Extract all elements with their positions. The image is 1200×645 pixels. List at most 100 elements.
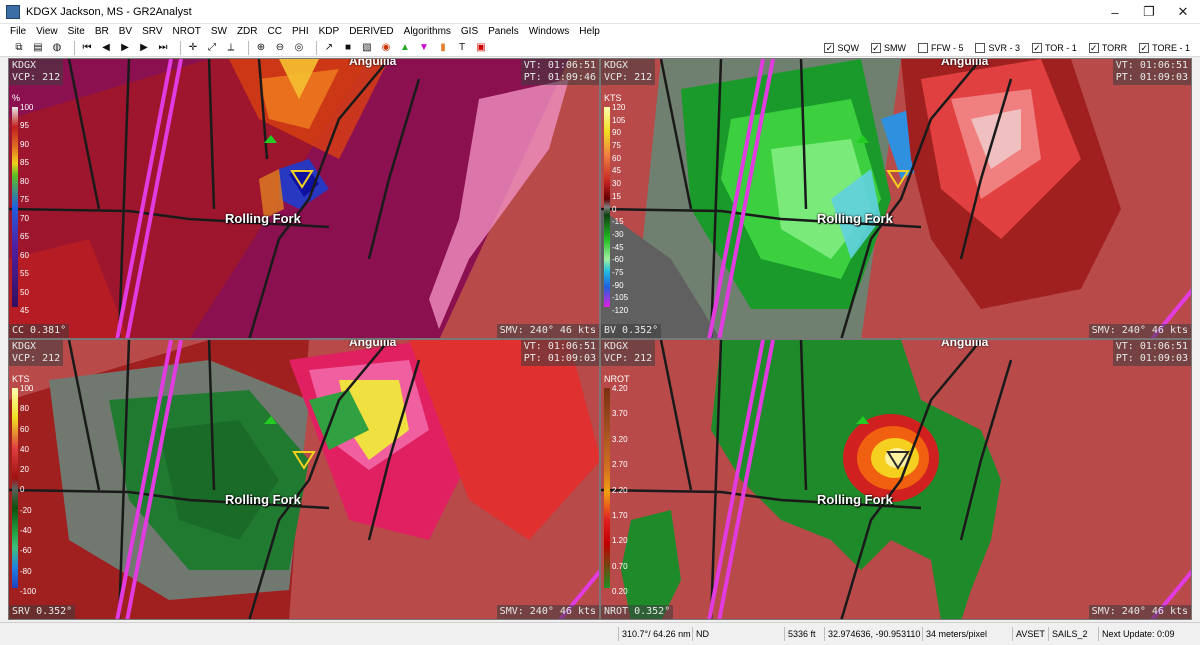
legend-label: 70: [20, 213, 29, 223]
process-time: PT: 01:09:03: [1115, 72, 1188, 83]
checkbox-svr[interactable]: [975, 43, 986, 53]
legend-label: -20: [20, 505, 32, 515]
legend-label: 60: [612, 153, 621, 163]
legend-label: 45: [20, 305, 29, 315]
step-forward-icon[interactable]: ▶: [137, 41, 151, 55]
paste-icon[interactable]: ▤: [31, 41, 45, 55]
first-frame-icon[interactable]: ⏮: [80, 41, 94, 55]
pointer-icon[interactable]: ↗: [322, 41, 336, 55]
radar-panels: Anguilla Rolling Fork KDGX VCP: 212 VT: …: [8, 58, 1192, 620]
menu-derived[interactable]: DERIVED: [349, 26, 393, 37]
menu-help[interactable]: Help: [579, 26, 600, 37]
menu-nrot[interactable]: NROT: [173, 26, 201, 37]
menu-file[interactable]: File: [10, 26, 26, 37]
toggle-tore-label: TORE - 1: [1152, 43, 1190, 53]
menu-algorithms[interactable]: Algorithms: [404, 26, 451, 37]
minimize-icon[interactable]: –: [1098, 0, 1132, 24]
toggle-svr[interactable]: SVR - 3: [975, 43, 1020, 53]
toolbar-separator: [180, 40, 181, 55]
toggle-smw-label: SMW: [883, 43, 906, 53]
toggle-ffw[interactable]: FFW - 5: [917, 43, 963, 53]
zoom-target-icon[interactable]: ◎: [292, 41, 306, 55]
menu-view[interactable]: View: [36, 26, 58, 37]
panel-srv[interactable]: Anguilla Rolling Fork KDGX VCP: 212 VT: …: [8, 339, 600, 620]
menu-cc[interactable]: CC: [268, 26, 282, 37]
vcp-label: VCP: 212: [604, 353, 653, 364]
text-tool-icon[interactable]: T: [455, 41, 469, 55]
legend-label: -15: [612, 217, 624, 227]
site-id: KDGX: [12, 60, 37, 71]
panel-cc[interactable]: Anguilla Rolling Fork KDGX VCP: 212 VT: …: [8, 58, 600, 339]
menu-sw[interactable]: SW: [211, 26, 227, 37]
product-label: CC 0.381°: [9, 324, 70, 338]
toggle-tore[interactable]: ✓ TORE - 1: [1139, 43, 1190, 53]
globe-icon[interactable]: ◍: [50, 41, 64, 55]
meso-icon[interactable]: ◉: [379, 41, 393, 55]
copy-icon[interactable]: ⧉: [12, 41, 26, 55]
tvs-up-icon[interactable]: ▲: [398, 41, 412, 55]
legend-label: 95: [20, 121, 29, 131]
menu-srv[interactable]: SRV: [142, 26, 162, 37]
toggle-svr-label: SVR - 3: [988, 43, 1020, 53]
last-frame-icon[interactable]: ⏭: [156, 41, 170, 55]
srv-radar-image: [9, 340, 599, 619]
site-info: KDGX VCP: 212: [9, 340, 64, 366]
legend-label: 3.70: [612, 409, 628, 419]
site-id: KDGX: [12, 341, 37, 352]
storm-cell-icon[interactable]: ■: [341, 41, 355, 55]
toggle-torr[interactable]: ✓ TORR: [1088, 43, 1127, 53]
menu-windows[interactable]: Windows: [529, 26, 570, 37]
menu-gis[interactable]: GIS: [461, 26, 478, 37]
legend-label: 55: [20, 269, 29, 279]
checkbox-tor[interactable]: ✓: [1031, 43, 1042, 53]
zoom-in-icon[interactable]: ⊕: [254, 41, 268, 55]
checkbox-ffw[interactable]: [917, 43, 928, 53]
legend-label: -45: [612, 242, 624, 252]
site-id: KDGX: [604, 60, 629, 71]
legend-label: 50: [20, 287, 29, 297]
cc-radar-image: [9, 59, 599, 338]
step-back-icon[interactable]: ◀: [99, 41, 113, 55]
menu-panels[interactable]: Panels: [488, 26, 519, 37]
valid-time: VT: 01:06:51: [1115, 341, 1188, 352]
sails-indicator: SAILS_2: [1048, 627, 1094, 641]
legend-label: 100: [20, 103, 34, 112]
legend-label: 30: [612, 179, 621, 189]
panel-nrot[interactable]: Anguilla Rolling Fork KDGX VCP: 212 VT: …: [600, 339, 1192, 620]
cross-section-icon[interactable]: ⟂: [224, 41, 238, 55]
legend-label: -60: [20, 546, 32, 556]
toggle-tor[interactable]: ✓ TOR - 1: [1031, 43, 1077, 53]
legend-label: 2.70: [612, 460, 628, 470]
menu-site[interactable]: Site: [68, 26, 85, 37]
menu-zdr[interactable]: ZDR: [237, 26, 258, 37]
menu-br[interactable]: BR: [95, 26, 109, 37]
zoom-out-icon[interactable]: ⊖: [273, 41, 287, 55]
measure-icon[interactable]: ⤢: [205, 41, 219, 55]
azimuth-range: 310.7°/ 64.26 nm: [618, 627, 691, 641]
checkbox-smw[interactable]: ✓: [870, 43, 881, 53]
legend-label: 0: [20, 485, 25, 495]
menu-phi[interactable]: PHI: [292, 26, 309, 37]
toggle-sqw[interactable]: ✓ SQW: [824, 43, 859, 53]
crosshair-icon[interactable]: ✛: [186, 41, 200, 55]
close-icon[interactable]: ✕: [1166, 0, 1200, 24]
menu-kdp[interactable]: KDP: [319, 26, 340, 37]
valid-time: VT: 01:06:51: [1115, 60, 1188, 71]
legend-label: 80: [20, 176, 29, 186]
town-label-top: Anguilla: [349, 339, 397, 349]
toggle-smw[interactable]: ✓ SMW: [870, 43, 906, 53]
checkbox-tore[interactable]: ✓: [1139, 43, 1150, 53]
play-icon[interactable]: ▶: [118, 41, 132, 55]
stop-icon[interactable]: ▣: [474, 41, 488, 55]
legend-label: 1.70: [612, 510, 628, 520]
legend-label: 4.20: [612, 384, 628, 393]
maximize-icon[interactable]: ❐: [1132, 0, 1166, 24]
panel-bv[interactable]: Anguilla Rolling Fork KDGX VCP: 212 VT: …: [600, 58, 1192, 339]
marker-icon[interactable]: ▮: [436, 41, 450, 55]
menu-bv[interactable]: BV: [119, 26, 132, 37]
checkbox-sqw[interactable]: ✓: [824, 43, 835, 53]
tvs-down-icon[interactable]: ▼: [417, 41, 431, 55]
color-scale: [604, 107, 610, 307]
hail-icon[interactable]: ▧: [360, 41, 374, 55]
checkbox-torr[interactable]: ✓: [1088, 43, 1099, 53]
